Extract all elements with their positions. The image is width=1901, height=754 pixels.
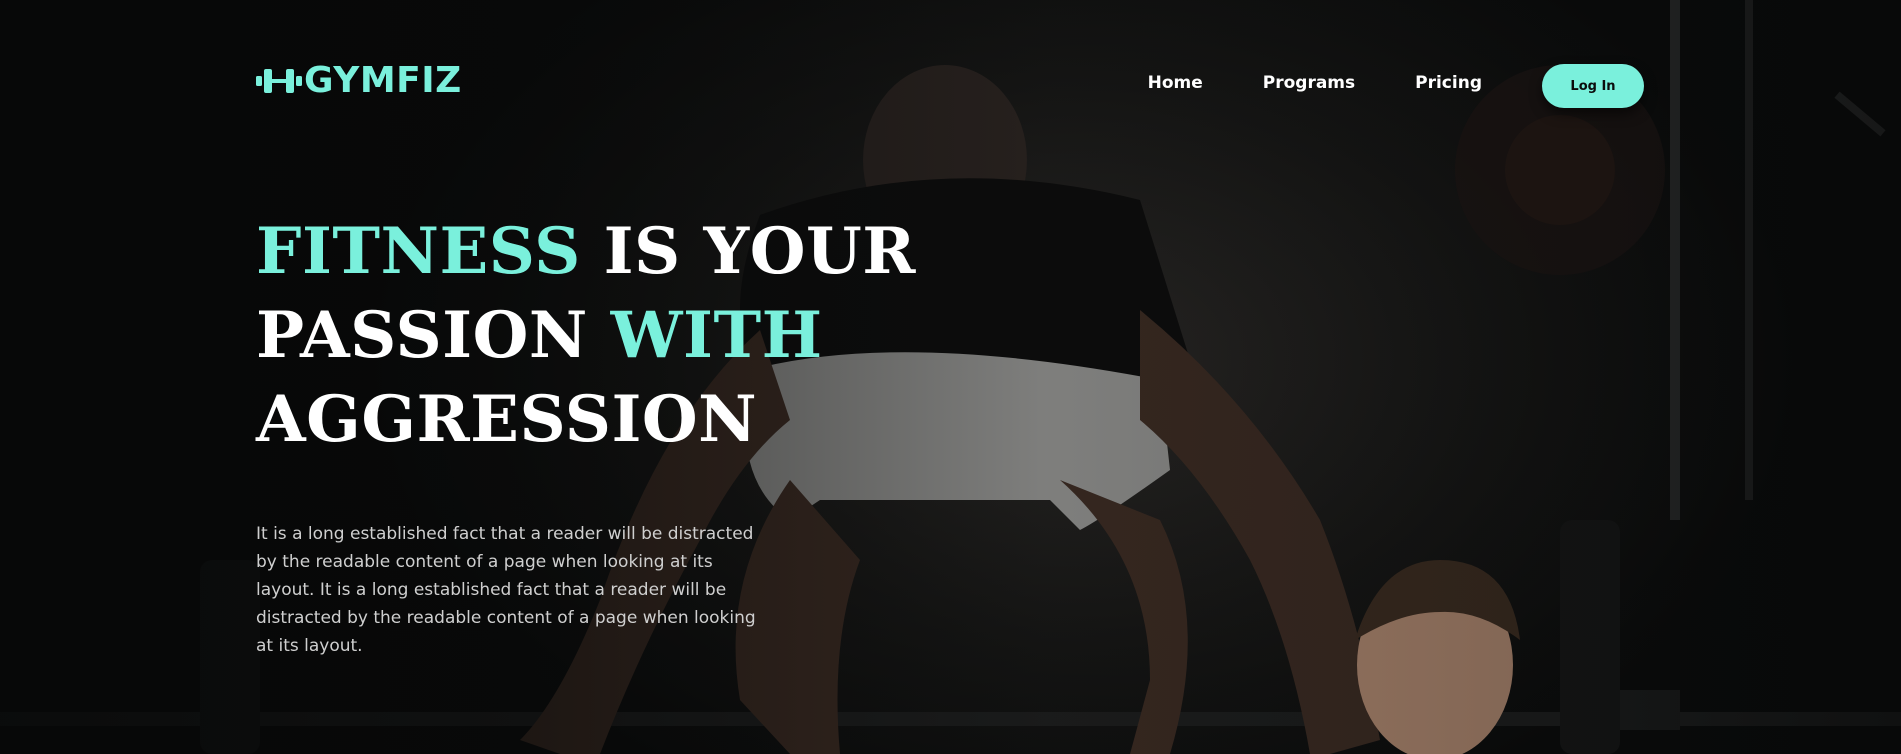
brand-logo[interactable]: GYMFIZ bbox=[256, 60, 462, 101]
nav-link-programs[interactable]: Programs bbox=[1263, 68, 1355, 98]
headline-text-passion: PASSION bbox=[256, 298, 611, 373]
main-nav: Home Programs Pricing Log In bbox=[1148, 58, 1644, 108]
dumbbell-icon bbox=[256, 68, 302, 93]
headline-line-3: AGGRESSION bbox=[256, 382, 758, 457]
headline-accent-with: WITH bbox=[610, 298, 823, 373]
hero-headline: FITNESS IS YOUR PASSION WITH AGGRESSION bbox=[256, 210, 916, 462]
hero-section: GYMFIZ Home Programs Pricing Log In FITN… bbox=[0, 0, 1901, 754]
nav-link-home[interactable]: Home bbox=[1148, 68, 1203, 98]
headline-accent-fitness: FITNESS bbox=[256, 214, 581, 289]
hero-description: It is a long established fact that a rea… bbox=[256, 524, 756, 656]
brand-name: GYMFIZ bbox=[304, 60, 462, 101]
headline-line-1: FITNESS IS YOUR bbox=[256, 210, 916, 294]
headline-line-2: PASSION WITH bbox=[256, 294, 916, 378]
login-button[interactable]: Log In bbox=[1542, 64, 1644, 108]
nav-link-pricing[interactable]: Pricing bbox=[1415, 68, 1482, 98]
headline-text-is-your: IS YOUR bbox=[580, 214, 916, 289]
